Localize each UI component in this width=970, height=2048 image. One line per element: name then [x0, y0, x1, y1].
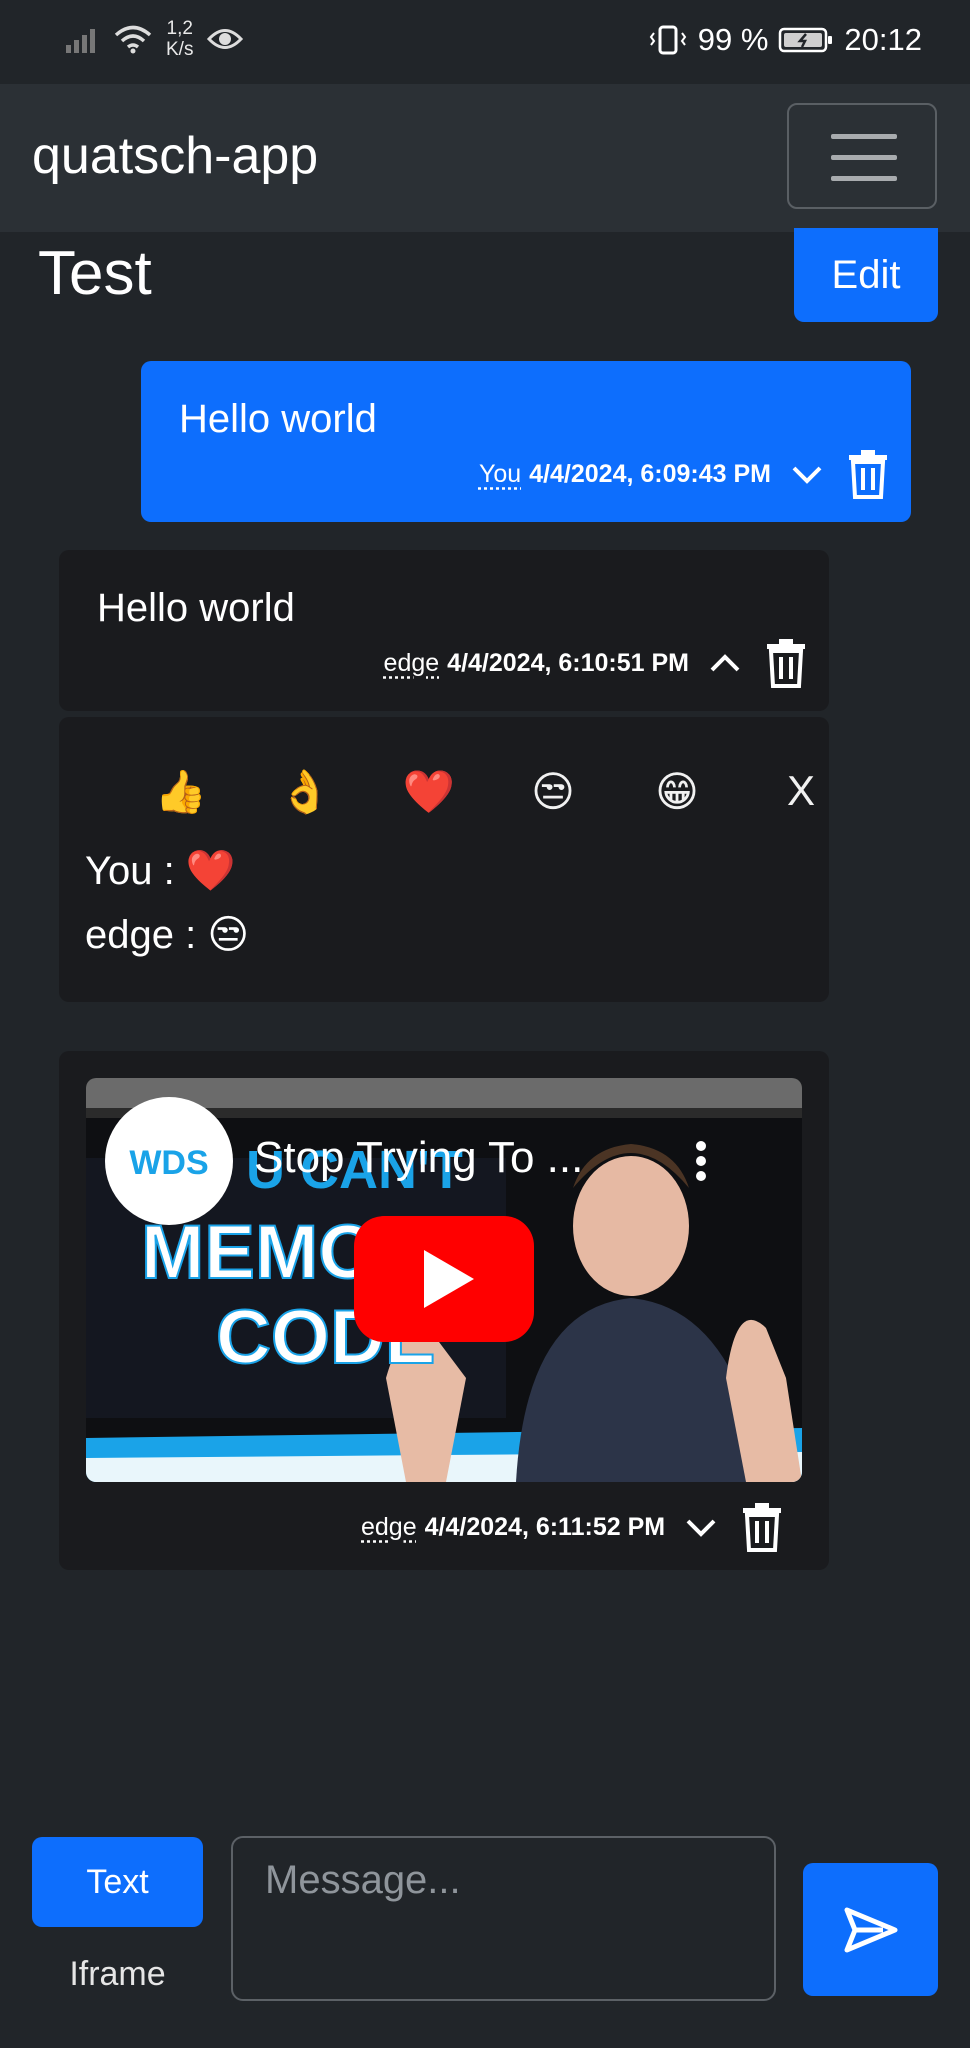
iframe-mode-button[interactable]: Iframe	[32, 1955, 203, 1994]
edit-button[interactable]: Edit	[794, 228, 938, 322]
reaction-user: edge :	[85, 913, 197, 957]
chevron-down-icon[interactable]	[683, 1509, 719, 1545]
message-timestamp: 4/4/2024, 6:10:51 PM	[447, 648, 689, 677]
brand-title[interactable]: quatsch-app	[32, 126, 318, 186]
close-reactions-button[interactable]: X	[739, 767, 863, 817]
navbar: quatsch-app	[0, 84, 970, 232]
chevron-up-icon[interactable]	[707, 645, 743, 681]
video-embed[interactable]: U CAN'T MEMORI CODE WDS Stop Trying To .…	[86, 1078, 802, 1482]
hamburger-icon	[831, 134, 897, 139]
vibrate-icon	[649, 25, 686, 55]
hamburger-icon-bar	[831, 155, 897, 160]
reaction-emoji: ❤️	[185, 848, 236, 894]
message-other: Hello world edge 4/4/2024, 6:10:51 PM	[59, 550, 829, 711]
trash-icon[interactable]	[847, 449, 889, 499]
signal-icon	[66, 29, 95, 53]
message-meta: edge 4/4/2024, 6:11:52 PM	[361, 1502, 783, 1552]
menu-toggle-button[interactable]	[787, 103, 937, 209]
reaction-entry: edge : 😒	[85, 912, 249, 958]
reaction-ok-hand[interactable]: 👌	[243, 767, 367, 817]
battery-percent: 99 %	[697, 22, 769, 57]
hamburger-icon-bar	[831, 176, 897, 181]
message-own: Hello world You 4/4/2024, 6:09:43 PM	[141, 361, 911, 522]
message-author: edge	[383, 648, 440, 677]
eye-icon	[207, 29, 244, 49]
send-icon	[844, 1907, 897, 1952]
reaction-grin[interactable]: 😁	[615, 767, 739, 817]
reaction-user: You :	[85, 849, 175, 893]
reaction-entry: You : ❤️	[85, 847, 236, 894]
message-author: You	[478, 459, 522, 488]
page-title: Test	[38, 239, 152, 308]
message-meta: You 4/4/2024, 6:09:43 PM	[479, 449, 889, 499]
video-thumbnail: U CAN'T MEMORI CODE WDS Stop Trying To .…	[86, 1078, 802, 1482]
battery-icon	[779, 27, 833, 53]
chevron-down-icon[interactable]	[789, 456, 825, 492]
text-mode-button[interactable]: Text	[32, 1837, 203, 1927]
trash-icon[interactable]	[765, 638, 807, 688]
channel-logo-text: WDS	[129, 1144, 208, 1182]
reaction-thumbs-up[interactable]: 👍	[119, 767, 243, 817]
message-author: edge	[361, 1512, 417, 1541]
network-speed: 1,2 K/s	[166, 18, 194, 60]
message-timestamp: 4/4/2024, 6:09:43 PM	[529, 459, 771, 488]
message-text: Hello world	[97, 586, 295, 630]
trash-icon[interactable]	[741, 1502, 783, 1552]
reaction-emoji: 😒	[207, 912, 250, 958]
wifi-icon	[114, 25, 152, 54]
clock: 20:12	[844, 22, 922, 57]
reaction-heart[interactable]: ❤️	[367, 767, 491, 817]
video-title: Stop Trying To ...	[254, 1133, 583, 1182]
reaction-unamused[interactable]: 😒	[491, 767, 615, 817]
reactions-panel: 👍 👌 ❤️ 😒 😁 X You : ❤️ edge : 😒	[59, 717, 829, 1002]
message-text: Hello world	[179, 397, 377, 441]
send-button[interactable]	[803, 1863, 938, 1996]
reaction-picker: 👍 👌 ❤️ 😒 😁 X	[119, 767, 863, 817]
message-input[interactable]	[231, 1836, 776, 2001]
status-bar: 1,2 K/s 99 % 20:12	[0, 0, 970, 84]
message-timestamp: 4/4/2024, 6:11:52 PM	[424, 1512, 666, 1541]
message-meta: edge 4/4/2024, 6:10:51 PM	[384, 638, 807, 688]
